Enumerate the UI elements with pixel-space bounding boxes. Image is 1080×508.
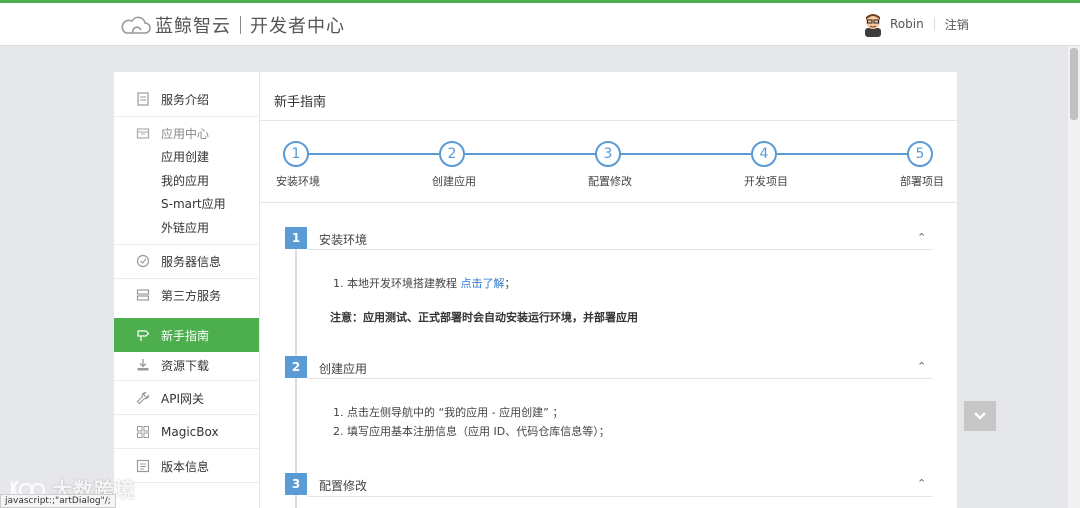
- step-1-label: 安装环境: [276, 175, 320, 188]
- section-1-title[interactable]: 安装环境: [319, 231, 367, 248]
- sidebar-item-label: MagicBox: [161, 425, 219, 439]
- signpost-icon: [137, 330, 150, 341]
- sidebar-subitem-my-apps[interactable]: 我的应用: [161, 173, 209, 189]
- box-icon: [136, 128, 150, 139]
- step-2-circle[interactable]: 2: [439, 141, 465, 167]
- step-4-circle[interactable]: 4: [751, 141, 777, 167]
- collapse-chevron-icon[interactable]: ⌃: [917, 477, 926, 490]
- cloud-logo-icon: [121, 16, 151, 34]
- section-3-title[interactable]: 配置修改: [319, 477, 367, 494]
- steps-divider: [260, 202, 957, 203]
- section-2-line-2: 2. 填写应用基本注册信息（应用 ID、代码仓库信息等）；: [333, 425, 610, 438]
- grid-icon: [137, 426, 149, 438]
- step-5-label: 部署项目: [900, 175, 944, 188]
- chevron-down-icon: [974, 412, 986, 420]
- logo-divider: [240, 16, 241, 34]
- check-circle-icon: [136, 254, 150, 268]
- server-icon: [136, 289, 150, 301]
- sidebar-item-label: 第三方服务: [161, 288, 222, 303]
- step-1-circle[interactable]: 1: [283, 141, 309, 167]
- step-3-circle[interactable]: 3: [595, 141, 621, 167]
- sidebar-item-label: 新手指南: [161, 328, 210, 343]
- sidebar-item-label: 版本信息: [161, 459, 210, 474]
- download-icon: [137, 359, 149, 371]
- section-2-divider: [307, 378, 933, 379]
- avatar[interactable]: [862, 11, 884, 37]
- sidebar-item-third-party[interactable]: 第三方服务: [114, 278, 259, 312]
- header: 蓝鲸智云 开发者中心 Robin 注销: [0, 3, 1080, 46]
- step-4-label: 开发项目: [744, 175, 788, 188]
- section-1-line-1-suffix: ；: [504, 277, 516, 290]
- sidebar-item-downloads[interactable]: 资源下载: [114, 348, 259, 382]
- section-3-badge: 3: [285, 473, 307, 495]
- page-title: 新手指南: [274, 95, 327, 110]
- logout-link[interactable]: 注销: [945, 16, 969, 33]
- section-2-line-1: 1. 点击左侧导航中的 “我的应用 - 应用创建” ；: [333, 406, 564, 419]
- wrench-icon: [136, 391, 150, 405]
- section-1-note: 注意：应用测试、正式部署时会自动安装运行环境，并部署应用: [330, 311, 638, 324]
- sidebar: 服务介绍 应用中心 应用创建 我的应用 S-mart应用 外链应用 服务器信息 …: [114, 72, 260, 508]
- section-1-badge: 1: [285, 227, 307, 249]
- sidebar-item-label: 服务器信息: [161, 254, 222, 269]
- sidebar-item-label: API网关: [161, 391, 204, 406]
- sidebar-subitem-app-create[interactable]: 应用创建: [161, 149, 209, 165]
- section-1-line-1-text: 1. 本地开发环境搭建教程: [333, 277, 461, 290]
- section-1-divider: [307, 249, 933, 250]
- section-2-title[interactable]: 创建应用: [319, 360, 367, 377]
- sidebar-item-server-info[interactable]: 服务器信息: [114, 244, 259, 278]
- section-3-divider: [307, 496, 933, 497]
- sidebar-item-beginner-guide[interactable]: 新手指南: [114, 318, 259, 352]
- step-3-label: 配置修改: [588, 175, 632, 188]
- scroll-thumb[interactable]: [1070, 48, 1078, 120]
- document-icon: [137, 92, 149, 106]
- user-area: Robin 注销: [862, 11, 969, 37]
- title-divider: [260, 120, 957, 121]
- sidebar-item-api-gateway[interactable]: API网关: [114, 381, 259, 415]
- sidebar-item-label: 资源下载: [161, 358, 210, 373]
- section-2-badge: 2: [285, 356, 307, 378]
- section-1-line-1: 1. 本地开发环境搭建教程 点击了解；: [333, 275, 516, 291]
- logo[interactable]: 蓝鲸智云 开发者中心: [118, 12, 345, 38]
- sidebar-item-magicbox[interactable]: MagicBox: [114, 415, 259, 449]
- step-2-label: 创建应用: [432, 175, 476, 188]
- learn-more-link[interactable]: 点击了解: [461, 277, 505, 290]
- main-content: 新手指南 1 2 3 4 5 安装环境 创建应用 配置修改 开发项目 部署项目 …: [260, 72, 957, 508]
- brand-name: 蓝鲸智云: [155, 16, 231, 37]
- sidebar-item-service-intro[interactable]: 服务介绍: [114, 82, 259, 116]
- sidebar-subitem-smart-apps[interactable]: S-mart应用: [161, 196, 226, 212]
- sidebar-subitem-external-apps[interactable]: 外链应用: [161, 220, 209, 236]
- sidebar-item-app-center[interactable]: 应用中心: [114, 116, 259, 150]
- collapse-chevron-icon[interactable]: ⌃: [917, 360, 926, 373]
- collapse-chevron-icon[interactable]: ⌃: [917, 231, 926, 244]
- sidebar-item-label: 应用中心: [161, 126, 210, 141]
- version-icon: [136, 459, 150, 473]
- scroll-down-button[interactable]: [964, 401, 996, 431]
- content-card: 服务介绍 应用中心 应用创建 我的应用 S-mart应用 外链应用 服务器信息 …: [114, 72, 957, 508]
- user-name[interactable]: Robin: [890, 17, 924, 31]
- step-5-circle[interactable]: 5: [907, 141, 933, 167]
- sidebar-item-label: 服务介绍: [161, 92, 210, 107]
- user-divider: [933, 17, 935, 31]
- page-scrollbar[interactable]: [1068, 46, 1080, 508]
- browser-status-bar: javascript:;"artDialog"/;: [0, 494, 116, 508]
- site-subtitle: 开发者中心: [250, 16, 345, 37]
